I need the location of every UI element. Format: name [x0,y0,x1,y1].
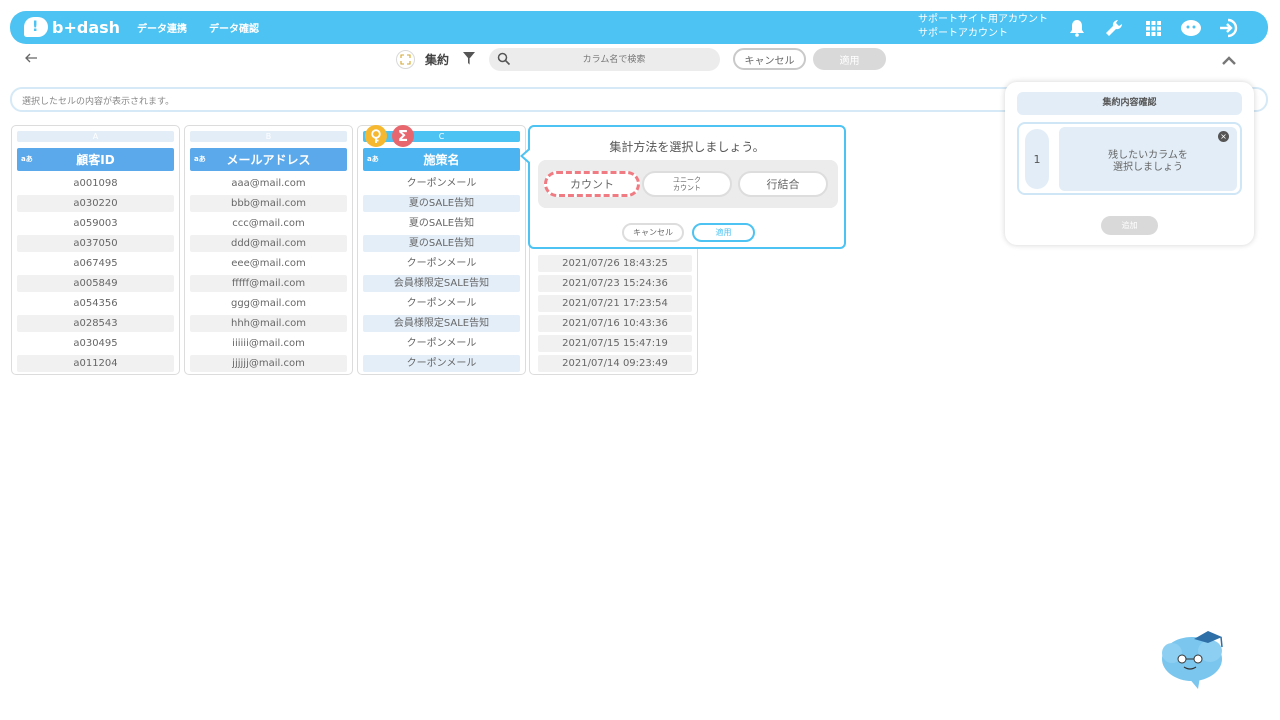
table-cell[interactable]: a030495 [17,335,174,352]
table-cell[interactable]: aaa@mail.com [190,175,347,192]
cancel-button[interactable]: キャンセル [733,48,806,70]
table-cell[interactable]: 2021/07/23 15:24:36 [538,275,692,292]
popup-title: 集計方法を選択しましょう。 [609,140,765,154]
column-search-input[interactable] [519,51,709,68]
table-cell[interactable]: bbb@mail.com [190,195,347,212]
column-c[interactable]: C aあ 施策名 クーポンメール 夏のSALE告知 夏のSALE告知 夏のSAL… [357,125,526,375]
search-icon [497,52,511,66]
column-search-box [489,48,720,71]
apply-button[interactable]: 適用 [813,48,886,70]
method-unique-count-button[interactable]: ユニーク カウント [642,171,732,197]
table-cell[interactable]: クーポンメール [363,175,520,192]
aggregation-row: 1 残したいカラムを 選択しましょう × [1017,122,1242,195]
table-cell[interactable]: iiiiii@mail.com [190,335,347,352]
method-options: カウント ユニーク カウント 行結合 [538,160,838,208]
table-cell[interactable]: 夏のSALE告知 [363,215,520,232]
column-a[interactable]: A aあ 顧客ID a001098 a030220 a059003 a03705… [11,125,180,375]
bdash-logo[interactable]: b+dash [24,16,120,38]
column-header-label: 顧客ID [76,153,115,167]
logo-badge-icon [24,17,48,37]
table-cell[interactable]: 会員様限定SALE告知 [363,275,520,292]
table-cell[interactable]: 2021/07/16 10:43:36 [538,315,692,332]
table-cell[interactable]: 2021/07/21 17:23:54 [538,295,692,312]
popup-cancel-button[interactable]: キャンセル [622,223,684,242]
wrench-icon[interactable] [1103,17,1125,39]
table-cell[interactable]: a011204 [17,355,174,372]
back-arrow-icon[interactable] [24,52,40,68]
aggregation-mode-label: 集約 [425,53,450,67]
table-cell[interactable]: 2021/07/15 15:47:19 [538,335,692,352]
method-count-button[interactable]: カウント [544,171,640,197]
column-letter: B [190,131,347,142]
column-header-label: メールアドレス [226,153,311,167]
nav-link-data-check[interactable]: データ確認 [209,20,259,35]
table-cell[interactable]: ccc@mail.com [190,215,347,232]
popup-apply-button[interactable]: 適用 [692,223,755,242]
table-cell[interactable]: クーポンメール [363,295,520,312]
text-type-icon: aあ [194,155,206,163]
close-icon[interactable]: × [1218,131,1229,142]
panel-title: 集約内容確認 [1017,92,1242,115]
top-navigation-bar: b+dash データ連携 データ確認 サポートサイト用アカウント サポートアカウ… [10,11,1268,44]
add-button[interactable]: 追加 [1101,216,1158,235]
table-cell[interactable]: クーポンメール [363,355,520,372]
aggregation-summary-panel: 集約内容確認 1 残したいカラムを 選択しましょう × 追加 [1005,82,1254,245]
table-cell[interactable]: a005849 [17,275,174,292]
account-site-name: サポートサイト用アカウント [918,14,1048,25]
table-cell[interactable]: a059003 [17,215,174,232]
column-b[interactable]: B aあ メールアドレス aaa@mail.com bbb@mail.com c… [184,125,353,375]
cell-content-placeholder: 選択したセルの内容が表示されます。 [22,97,175,107]
column-header[interactable]: aあ 顧客ID [17,148,174,171]
method-row-join-button[interactable]: 行結合 [738,171,828,197]
chevron-up-icon[interactable] [1220,51,1238,67]
table-cell[interactable]: fffff@mail.com [190,275,347,292]
bell-icon[interactable] [1066,17,1088,39]
text-type-icon: aあ [21,155,33,163]
nav-link-data-integration[interactable]: データ連携 [137,20,187,35]
row-number: 1 [1025,129,1049,189]
mascot-icon[interactable] [1158,625,1228,691]
text-type-icon: aあ [367,155,379,163]
column-letter: A [17,131,174,142]
table-cell[interactable]: a028543 [17,315,174,332]
logout-icon[interactable] [1219,17,1241,39]
column-header[interactable]: aあ メールアドレス [190,148,347,171]
account-info[interactable]: サポートサイト用アカウント サポートアカウント [918,13,1048,41]
logo-text: b+dash [52,17,121,37]
table-cell[interactable]: 夏のSALE告知 [363,195,520,212]
column-header-label: 施策名 [423,153,460,167]
table-cell[interactable]: jjjjjj@mail.com [190,355,347,372]
table-cell[interactable]: a030220 [17,195,174,212]
table-cell[interactable]: ggg@mail.com [190,295,347,312]
table-cell[interactable]: 夏のSALE告知 [363,235,520,252]
aggregation-method-popup: 集計方法を選択しましょう。 カウント ユニーク カウント 行結合 キャンセル 適… [520,125,846,249]
table-cell[interactable]: a001098 [17,175,174,192]
table-cell[interactable]: eee@mail.com [190,255,347,272]
table-cell[interactable]: 2021/07/26 18:43:25 [538,255,692,272]
table-cell[interactable]: 2021/07/14 09:23:49 [538,355,692,372]
table-cell[interactable]: a067495 [17,255,174,272]
table-cell[interactable]: hhh@mail.com [190,315,347,332]
table-cell[interactable]: a037050 [17,235,174,252]
expand-icon[interactable] [396,50,415,69]
table-cell[interactable]: a054356 [17,295,174,312]
table-cell[interactable]: ddd@mail.com [190,235,347,252]
table-cell[interactable]: クーポンメール [363,335,520,352]
apps-grid-icon[interactable] [1142,17,1164,39]
sigma-icon[interactable]: Σ [392,125,414,147]
table-cell[interactable]: 会員様限定SALE告知 [363,315,520,332]
key-icon[interactable] [365,125,387,147]
mascot-help-icon[interactable] [1180,17,1202,39]
funnel-icon[interactable] [462,51,476,70]
account-user-name: サポートアカウント [918,28,1008,39]
column-header[interactable]: aあ 施策名 [363,148,520,171]
column-drop-slot[interactable]: 残したいカラムを 選択しましょう [1059,127,1237,191]
table-cell[interactable]: クーポンメール [363,255,520,272]
